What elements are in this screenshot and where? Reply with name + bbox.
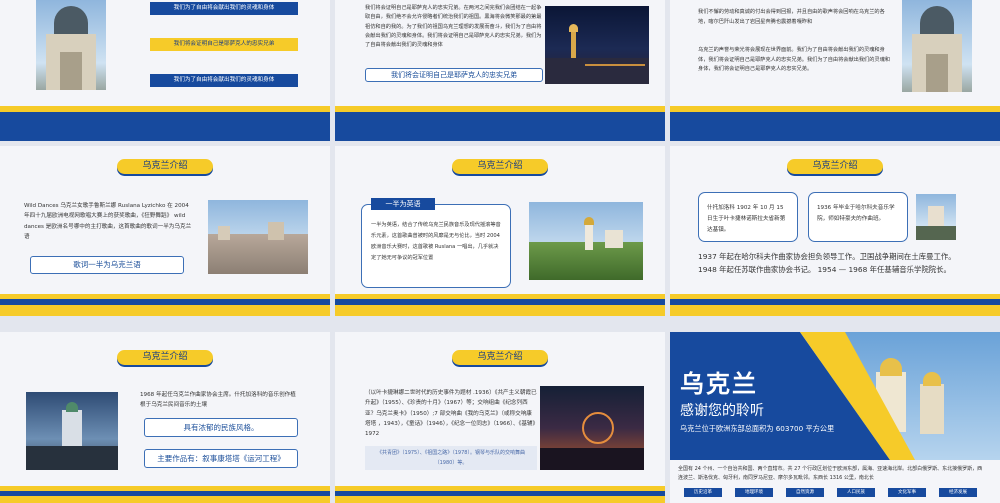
- slide-5[interactable]: 乌克兰介绍 一半为英语 一半为英语，结合了传统乌克兰民族音乐及现代摇滚等音乐元素…: [335, 146, 665, 316]
- slide-8-note: 《共青团》（1975）、《祖国之路》（1978）。钢琴与乐队的交响舞曲（1980…: [365, 446, 537, 470]
- economy-button[interactable]: 经济发展: [939, 488, 977, 497]
- bio-card-1-text: 什托加洛科 1902 年 10 月 15 日生于叶卡捷林诺斯拉夫省新第达基镇。: [707, 205, 786, 234]
- slide-6[interactable]: 乌克兰介绍 什托加洛科 1902 年 10 月 15 日生于叶卡捷林诺斯拉夫省新…: [670, 146, 1000, 316]
- bio-card-1: 什托加洛科 1902 年 10 月 15 日生于叶卡捷林诺斯拉夫省新第达基镇。: [698, 192, 798, 242]
- slide-2[interactable]: 我们将会证明自己是耶萨克人的忠实兄弟。在两河之间完我们会团结在一起争取自由，我们…: [335, 0, 665, 141]
- bio-card-2: 1936 年毕业于哈尔科夫音乐学院，师如特豪夫的作曲班。: [808, 192, 908, 242]
- slide-6-paragraph: 1937 年起在哈尔科夫作曲家协会担负领导工作。卫国战争期间在土库曼工作。 19…: [698, 252, 956, 275]
- banner-2: 我们将会证明自己是耶萨克人的忠实兄弟: [150, 38, 298, 51]
- church-photo: [902, 0, 972, 92]
- banner-1: 我们为了自由将会献出我们的灵魂和身体: [150, 2, 298, 15]
- geography-button[interactable]: 地理环境: [735, 488, 773, 497]
- footer-band-blue: [670, 112, 1000, 141]
- lyrics-button[interactable]: 歌词一半为乌克兰语: [30, 256, 184, 274]
- slide-3-paragraph-1: 我们不懈的劳动和真诚的付出会得到回报，并且自由的歌声将会回响在乌克兰的各地，喀尔…: [698, 9, 885, 25]
- slide-title: 乌克兰介绍: [452, 350, 548, 365]
- slide-title: 乌克兰介绍: [117, 350, 213, 365]
- city-photo: [208, 200, 308, 274]
- slide-2-button[interactable]: 我们将会证明自己是耶萨克人的忠实兄弟: [365, 68, 543, 82]
- st-andrew-photo: [26, 392, 118, 470]
- slide-9-paragraph: 全国有 24 个州、一个自治共和国、两个直辖市。共 27 个行政区划位于欧洲东部…: [678, 466, 983, 481]
- night-cathedral-photo: [545, 6, 649, 84]
- population-button[interactable]: 人口民族: [837, 488, 875, 497]
- slide-7[interactable]: 乌克兰介绍 1968 年起任乌克兰作曲家协会主席。什托加洛科的音乐创作植根于乌克…: [0, 332, 330, 503]
- resources-button[interactable]: 自然资源: [786, 488, 824, 497]
- slide-3-paragraph-2: 乌克兰的声誉与荣光将会展现在世界面前。我们为了自由将会献出我们的灵魂和身体，我们…: [698, 47, 890, 73]
- footer-band-yellow: [335, 305, 665, 316]
- ending-title: 乌克兰: [680, 370, 758, 398]
- footer-band-yellow: [0, 305, 330, 316]
- footer-band-yellow: [0, 496, 330, 503]
- ending-subtitle: 感谢您的聆听: [680, 403, 764, 419]
- slide-3[interactable]: 我们不懈的劳动和真诚的付出会得到回报，并且自由的歌声将会回响在乌克兰的各地，喀尔…: [670, 0, 1000, 141]
- lavra-photo: [529, 202, 643, 280]
- slide-title: 乌克兰介绍: [117, 159, 213, 174]
- slide-5-paragraph: 一半为英语，结合了传统乌克兰民族音乐及现代摇滚等音乐元素，这首歌曲曾被时的风靡是…: [371, 222, 501, 261]
- culture-military-button[interactable]: 文化军事: [888, 488, 926, 497]
- slide-8[interactable]: 乌克兰介绍 （以叶卡捷琳娜二世时代的历史事件为题材 .1936）《共产主义朝霞已…: [335, 332, 665, 503]
- slide-9[interactable]: 乌克兰 感谢您的聆听 乌克兰位于欧洲东部总面积为 603700 平方公里 全国有…: [670, 332, 1000, 503]
- slide-2-paragraph: 我们将会证明自己是耶萨克人的忠实兄弟。在两河之间完我们会团结在一起争取自由，我们…: [365, 5, 542, 49]
- footer-band-blue: [0, 112, 330, 141]
- english-tag: 一半为英语: [371, 198, 435, 210]
- footer-band-yellow: [335, 496, 665, 503]
- slide-7-paragraph: 1968 年起任乌克兰作曲家协会主席。什托加洛科的音乐创作植根于乌克兰民间音乐的…: [140, 392, 296, 409]
- slide-8-paragraph: （以叶卡捷琳娜二世时代的历史事件为题材 .1936）《共产主义朝霞已升起》（19…: [365, 390, 537, 438]
- ferris-wheel-photo: [540, 386, 644, 470]
- major-works-box[interactable]: 主要作品有：叙事康塔塔《运河工程》: [144, 449, 298, 468]
- slide-title: 乌克兰介绍: [787, 159, 883, 174]
- banner-3: 我们为了自由将会献出我们的灵魂和身体: [150, 74, 298, 87]
- church-photo: [36, 0, 106, 90]
- history-button[interactable]: 历史沿革: [684, 488, 722, 497]
- bio-card-2-text: 1936 年毕业于哈尔科夫音乐学院，师如特豪夫的作曲班。: [817, 205, 895, 223]
- ending-area-line: 乌克兰位于欧洲东部总面积为 603700 平方公里: [680, 424, 835, 433]
- footer-band-yellow: [670, 305, 1000, 316]
- slide-title: 乌克兰介绍: [452, 159, 548, 174]
- cathedral-photo: [916, 194, 956, 240]
- footer-band-blue: [335, 112, 665, 141]
- national-style-box[interactable]: 具有浓郁的民族风格。: [144, 418, 298, 437]
- slide-1[interactable]: 我们为了自由将会献出我们的灵魂和身体 我们将会证明自己是耶萨克人的忠实兄弟 我们…: [0, 0, 330, 141]
- slide-4[interactable]: 乌克兰介绍 Wild Dances 乌克兰女歌手鲁斯兰娜 Ruslana Lyz…: [0, 146, 330, 316]
- slide-4-paragraph: Wild Dances 乌克兰女歌手鲁斯兰娜 Ruslana Lyzichko …: [24, 203, 192, 241]
